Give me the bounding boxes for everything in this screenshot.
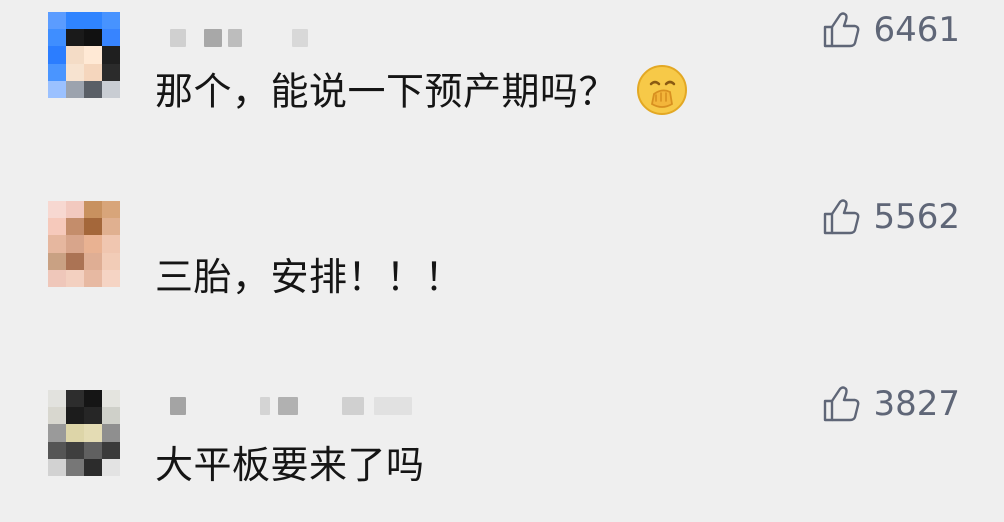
avatar[interactable] (48, 201, 120, 287)
like-count: 3827 (873, 384, 960, 424)
thumbs-up-icon (824, 12, 860, 48)
username-blurred[interactable] (170, 397, 416, 415)
comment-text: 三胎，安排！！！ (155, 258, 463, 296)
thumbs-up-icon (824, 386, 860, 422)
comment-text: 那个，能说一下预产期吗？ (155, 65, 688, 116)
like-button[interactable]: 6461 (821, 10, 960, 50)
thumbs-up-icon (824, 199, 860, 235)
like-count: 6461 (873, 10, 960, 50)
comment-text-content: 大平板要来了吗 (155, 443, 425, 487)
comment-text: 大平板要来了吗 (155, 446, 425, 484)
like-button[interactable]: 3827 (821, 384, 960, 424)
like-count: 5562 (873, 197, 960, 237)
avatar[interactable] (48, 12, 120, 98)
hand-over-mouth-emoji-icon (636, 64, 688, 116)
username-blurred[interactable] (170, 29, 310, 47)
comment-text-content: 那个，能说一下预产期吗？ (155, 69, 618, 114)
like-button[interactable]: 5562 (821, 197, 960, 237)
comment-text-content: 三胎，安排！！！ (155, 255, 464, 299)
avatar[interactable] (48, 390, 120, 476)
